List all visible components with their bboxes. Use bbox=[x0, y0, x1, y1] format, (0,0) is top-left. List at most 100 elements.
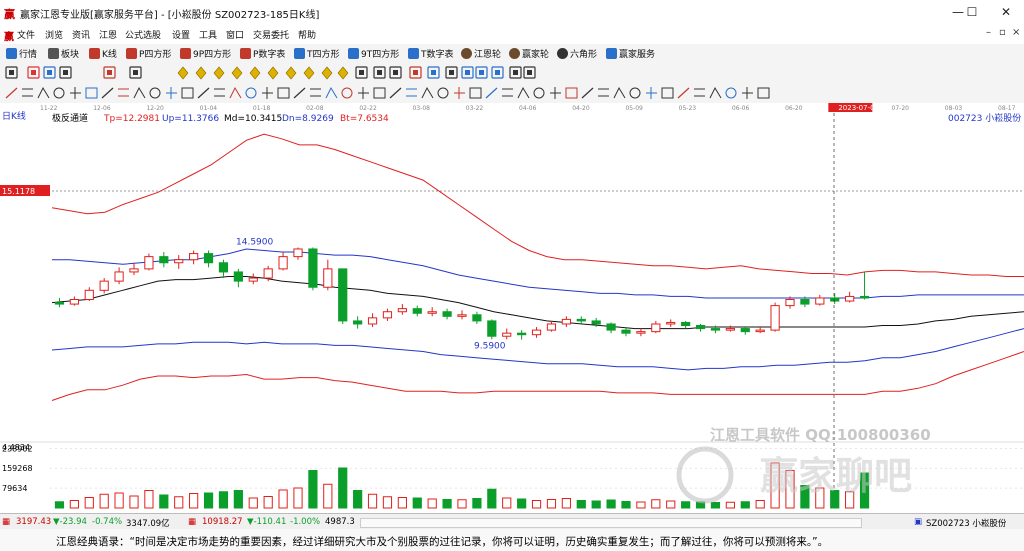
mdi-minimize-button[interactable]: – bbox=[986, 27, 991, 38]
toolbar-tool-icon[interactable] bbox=[409, 66, 422, 79]
line-tool-icon[interactable] bbox=[677, 87, 690, 99]
line-tool-icon[interactable] bbox=[325, 86, 338, 99]
toolbar-tool-icon[interactable] bbox=[27, 66, 40, 79]
line-tool-icon[interactable] bbox=[37, 86, 50, 99]
tb-p-table-button[interactable]: P数字表 bbox=[240, 47, 285, 60]
menu-item-window[interactable]: 窗口 bbox=[226, 28, 244, 41]
maximize-button[interactable]: ☐ bbox=[952, 0, 992, 24]
toolbar-tool-icon[interactable] bbox=[475, 66, 488, 79]
line-tool-icon[interactable] bbox=[5, 87, 18, 99]
toolbar-tool-icon[interactable] bbox=[103, 66, 116, 79]
line-tool-icon[interactable] bbox=[694, 88, 705, 97]
status-scroll-track[interactable] bbox=[360, 518, 862, 528]
line-tool-icon[interactable] bbox=[485, 87, 498, 99]
line-tool-icon[interactable] bbox=[661, 87, 674, 99]
line-tool-icon[interactable] bbox=[293, 87, 306, 99]
line-tool-icon[interactable] bbox=[373, 87, 386, 99]
line-tool-icon[interactable] bbox=[517, 86, 530, 99]
line-tool-icon[interactable] bbox=[310, 88, 321, 97]
line-tool-icon[interactable] bbox=[85, 87, 98, 99]
line-tool-icon[interactable] bbox=[742, 87, 753, 99]
menu-item-info[interactable]: 资讯 bbox=[72, 28, 90, 41]
line-tool-icon[interactable] bbox=[22, 88, 33, 97]
toolbar-tool-icon[interactable] bbox=[373, 66, 386, 79]
toolbar-tool-icon[interactable] bbox=[195, 66, 207, 80]
line-tool-icon[interactable] bbox=[454, 87, 465, 99]
menu-item-gann[interactable]: 江恩 bbox=[99, 28, 117, 41]
line-tool-icon[interactable] bbox=[118, 88, 129, 97]
toolbar-tool-icon[interactable] bbox=[267, 66, 279, 80]
mdi-restore-button[interactable]: ▫ bbox=[999, 27, 1006, 38]
line-tool-icon[interactable] bbox=[358, 87, 369, 99]
menu-item-tools[interactable]: 工具 bbox=[199, 28, 217, 41]
line-tool-icon[interactable] bbox=[262, 87, 273, 99]
toolbar-tool-icon[interactable] bbox=[5, 66, 18, 79]
tb-p-square-button[interactable]: P四方形 bbox=[126, 47, 171, 60]
toolbar-tool-icon[interactable] bbox=[445, 66, 458, 79]
tb-sector-button[interactable]: 板块 bbox=[48, 47, 79, 60]
line-tool-icon[interactable] bbox=[277, 87, 290, 99]
tb-gann-wheel-button[interactable]: 江恩轮 bbox=[461, 47, 501, 60]
toolbar-tool-icon[interactable] bbox=[303, 66, 315, 80]
toolbar-tool-icon[interactable] bbox=[427, 66, 440, 79]
toolbar-tool-icon[interactable] bbox=[355, 66, 368, 79]
tb-t-square-button[interactable]: T四方形 bbox=[294, 47, 340, 60]
toolbar-tool-icon[interactable] bbox=[389, 66, 402, 79]
toolbar-tool-icon[interactable] bbox=[177, 66, 189, 80]
line-tool-icon[interactable] bbox=[229, 86, 242, 99]
tb-9t-square-button[interactable]: 9T四方形 bbox=[348, 47, 399, 60]
close-button[interactable]: ✕ bbox=[988, 0, 1024, 24]
line-tool-icon[interactable] bbox=[613, 86, 626, 99]
line-tool-icon[interactable] bbox=[197, 87, 210, 99]
line-tool-icon[interactable] bbox=[565, 87, 578, 99]
line-tool-icon[interactable] bbox=[757, 87, 770, 99]
line-tool-icon[interactable] bbox=[101, 87, 114, 99]
line-tool-icon[interactable] bbox=[725, 87, 737, 99]
line-tool-icon[interactable] bbox=[581, 87, 594, 99]
line-tool-icon[interactable] bbox=[166, 87, 177, 99]
line-tool-icon[interactable] bbox=[709, 86, 722, 99]
toolbar-tool-icon[interactable] bbox=[285, 66, 297, 80]
toolbar-tool-icon[interactable] bbox=[43, 66, 56, 79]
line-tool-icon[interactable] bbox=[133, 86, 146, 99]
toolbar-tool-icon[interactable] bbox=[337, 66, 349, 80]
menu-item-file[interactable]: 文件 bbox=[17, 28, 35, 41]
line-tool-icon[interactable] bbox=[629, 87, 641, 99]
line-tool-icon[interactable] bbox=[149, 87, 161, 99]
menu-item-settings[interactable]: 设置 bbox=[172, 28, 190, 41]
tb-kline-button[interactable]: K线 bbox=[89, 47, 117, 60]
tb-service-button[interactable]: 赢家服务 bbox=[606, 47, 655, 60]
line-tool-icon[interactable] bbox=[421, 86, 434, 99]
toolbar-tool-icon[interactable] bbox=[129, 66, 142, 79]
toolbar-tool-icon[interactable] bbox=[249, 66, 261, 80]
menu-item-formula[interactable]: 公式选股 bbox=[125, 28, 161, 41]
line-tool-icon[interactable] bbox=[502, 88, 513, 97]
line-tool-icon[interactable] bbox=[437, 87, 449, 99]
toolbar-tool-icon[interactable] bbox=[491, 66, 504, 79]
tb-quotes-button[interactable]: 行情 bbox=[6, 47, 37, 60]
line-tool-icon[interactable] bbox=[53, 87, 65, 99]
line-tool-icon[interactable] bbox=[214, 88, 225, 97]
tb-9p-square-button[interactable]: 9P四方形 bbox=[180, 47, 231, 60]
line-tool-icon[interactable] bbox=[389, 87, 402, 99]
menu-item-help[interactable]: 帮助 bbox=[298, 28, 316, 41]
toolbar-tool-icon[interactable] bbox=[321, 66, 333, 80]
toolbar-tool-icon[interactable] bbox=[213, 66, 225, 80]
menu-item-trade[interactable]: 交易委托 bbox=[253, 28, 289, 41]
line-tool-icon[interactable] bbox=[646, 87, 657, 99]
line-tool-icon[interactable] bbox=[245, 87, 257, 99]
toolbar-tool-icon[interactable] bbox=[509, 66, 522, 79]
line-tool-icon[interactable] bbox=[469, 87, 482, 99]
kline-chart[interactable]: 11-22 12-06 12-20 01-04 01-18 02-08 02-22 03-08… bbox=[0, 103, 1024, 513]
line-tool-icon[interactable] bbox=[533, 87, 545, 99]
line-tool-icon[interactable] bbox=[406, 88, 417, 97]
toolbar-tool-icon[interactable] bbox=[523, 66, 536, 79]
tb-hexagon-button[interactable]: 六角形 bbox=[557, 47, 597, 60]
tb-t-table-button[interactable]: T数字表 bbox=[408, 47, 454, 60]
mdi-close-button[interactable]: × bbox=[1012, 27, 1020, 38]
line-tool-icon[interactable] bbox=[181, 87, 194, 99]
menu-item-browse[interactable]: 浏览 bbox=[45, 28, 63, 41]
tb-winner-wheel-button[interactable]: 赢家轮 bbox=[509, 47, 549, 60]
line-tool-icon[interactable] bbox=[598, 88, 609, 97]
line-tool-icon[interactable] bbox=[550, 87, 561, 99]
